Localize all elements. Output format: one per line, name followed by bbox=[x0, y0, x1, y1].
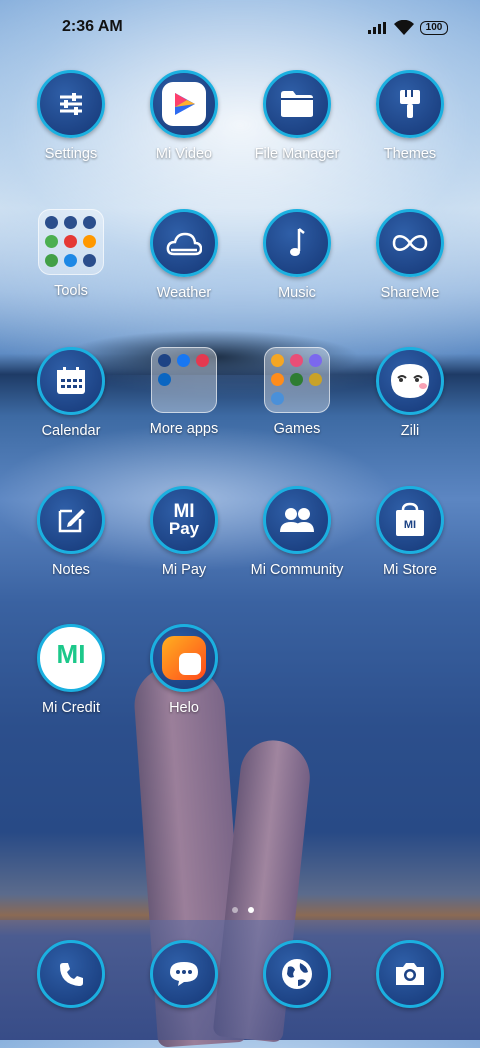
app-label: ShareMe bbox=[380, 285, 440, 301]
app-label: Zili bbox=[400, 423, 420, 439]
app-mi-video[interactable]: Mi Video bbox=[128, 70, 240, 162]
app-label: Notes bbox=[52, 562, 90, 578]
app-label: Weather bbox=[156, 285, 212, 301]
store-bag-icon: MI bbox=[376, 486, 444, 554]
dock-browser[interactable] bbox=[241, 940, 353, 1008]
app-mi-store[interactable]: MI Mi Store bbox=[354, 486, 466, 578]
app-label: Mi Video bbox=[155, 146, 213, 162]
app-label: Calendar bbox=[41, 423, 101, 439]
weather-cloud-icon bbox=[150, 209, 218, 277]
browser-globe-icon bbox=[263, 940, 331, 1008]
app-label: Mi Pay bbox=[161, 562, 207, 578]
app-label: Themes bbox=[383, 146, 437, 162]
app-settings[interactable]: Settings bbox=[15, 70, 127, 162]
app-label: File Manager bbox=[254, 146, 340, 162]
music-note-icon bbox=[263, 209, 331, 277]
svg-text:MI: MI bbox=[404, 519, 416, 531]
status-bar: 2:36 AM 100 bbox=[0, 0, 480, 56]
tools-folder-icon bbox=[38, 209, 104, 275]
app-label: Mi Store bbox=[383, 562, 437, 578]
app-games-folder[interactable]: Games bbox=[241, 347, 353, 437]
helo-icon bbox=[150, 624, 218, 692]
page-dot bbox=[232, 907, 238, 913]
app-label: Helo bbox=[169, 700, 199, 716]
app-tools-folder[interactable]: Tools bbox=[15, 209, 127, 299]
app-more-apps-folder[interactable]: More apps bbox=[128, 347, 240, 437]
settings-sliders-icon bbox=[37, 70, 105, 138]
app-calendar[interactable]: Calendar bbox=[15, 347, 127, 439]
page-indicator bbox=[227, 900, 259, 918]
brush-icon bbox=[376, 70, 444, 138]
app-notes[interactable]: Notes bbox=[15, 486, 127, 578]
more-apps-folder-icon bbox=[151, 347, 217, 413]
app-mi-credit[interactable]: MI Mi Credit bbox=[15, 624, 127, 716]
dock-phone[interactable] bbox=[15, 940, 127, 1008]
zili-face-icon bbox=[376, 347, 444, 415]
app-music[interactable]: Music bbox=[241, 209, 353, 301]
phone-icon bbox=[37, 940, 105, 1008]
app-mi-pay[interactable]: MI Pay Mi Pay bbox=[128, 486, 240, 578]
app-label: More apps bbox=[149, 421, 219, 437]
app-file-manager[interactable]: File Manager bbox=[241, 70, 353, 162]
app-shareme[interactable]: ShareMe bbox=[354, 209, 466, 301]
app-mi-community[interactable]: Mi Community bbox=[241, 486, 353, 578]
messages-icon bbox=[150, 940, 218, 1008]
app-weather[interactable]: Weather bbox=[128, 209, 240, 301]
games-folder-icon bbox=[264, 347, 330, 413]
calendar-icon bbox=[37, 347, 105, 415]
folder-icon bbox=[263, 70, 331, 138]
app-themes[interactable]: Themes bbox=[354, 70, 466, 162]
mi-video-icon bbox=[150, 70, 218, 138]
signal-icon bbox=[368, 22, 386, 34]
page-dot-active bbox=[248, 907, 254, 913]
mi-credit-icon: MI bbox=[37, 624, 105, 692]
note-edit-icon bbox=[37, 486, 105, 554]
status-time: 2:36 AM bbox=[62, 18, 123, 35]
camera-icon bbox=[376, 940, 444, 1008]
people-icon bbox=[263, 486, 331, 554]
app-label: Settings bbox=[44, 146, 98, 162]
app-label: Music bbox=[278, 285, 316, 301]
battery-icon: 100 bbox=[420, 21, 448, 35]
app-helo[interactable]: Helo bbox=[128, 624, 240, 716]
app-zili[interactable]: Zili bbox=[354, 347, 466, 439]
app-label: Tools bbox=[54, 283, 88, 299]
dock-messages[interactable] bbox=[128, 940, 240, 1008]
infinity-icon bbox=[376, 209, 444, 277]
app-label: Games bbox=[273, 421, 321, 437]
dock-camera[interactable] bbox=[354, 940, 466, 1008]
app-label: Mi Community bbox=[250, 562, 344, 578]
mi-pay-icon: MI Pay bbox=[150, 486, 218, 554]
wifi-icon bbox=[394, 20, 414, 35]
app-label: Mi Credit bbox=[41, 700, 100, 716]
